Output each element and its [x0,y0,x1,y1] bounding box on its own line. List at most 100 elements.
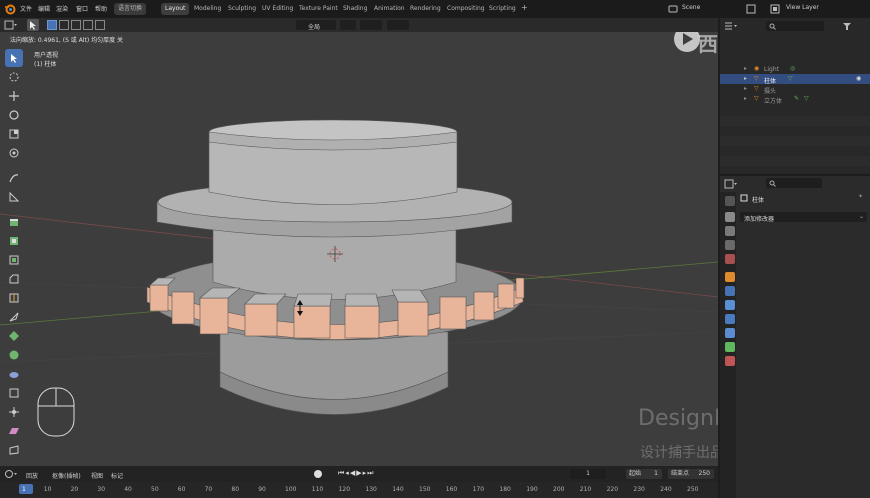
select-new-icon[interactable] [47,20,57,30]
outliner-row-cube[interactable]: ▸ ▽ 立方体 ✎ ▽ [720,94,870,105]
outliner-search-field[interactable] [766,21,824,31]
playback-controls[interactable]: ⏮◂◀▶▸⏭ [338,469,374,478]
shear-tool-icon[interactable] [5,422,23,440]
scale-tool-icon[interactable] [5,125,23,143]
tab-modeling[interactable]: Modeling [190,3,225,15]
tab-sculpting[interactable]: Sculpting [224,3,260,15]
timeline-ruler[interactable]: 1 10 20 30 40 50 60 70 80 90 100 110 120 130 140 150 160… [0,482,718,498]
tab-layout[interactable]: Layout [161,3,190,15]
view-layer-tab-icon[interactable] [725,240,735,250]
view-layer-icon[interactable] [770,4,780,14]
properties-search-field[interactable] [766,178,822,188]
tab-rendering[interactable]: Rendering [406,3,445,15]
menu-keying[interactable]: 抠像(插帧) [52,471,81,480]
expand-arrow-icon[interactable]: ▸ [744,65,747,72]
filter-icon[interactable] [842,21,852,31]
menu-help[interactable]: 帮助 [95,4,107,13]
properties-editor-type-icon[interactable] [724,179,738,189]
tab-scripting[interactable]: Scripting [485,3,520,15]
scene-name[interactable]: Scene [682,4,700,11]
menu-file[interactable]: 文件 [20,4,32,13]
menu-playback[interactable]: 回放 [26,471,38,480]
annotate-tool-icon[interactable] [5,169,23,187]
render-tab-icon[interactable] [725,212,735,222]
edge-slide-tool-icon[interactable] [5,384,23,402]
loop-cut-tool-icon[interactable] [5,289,23,307]
knife-tool-icon[interactable] [5,308,23,326]
language-switch-button[interactable]: 语言切换 [114,3,147,15]
pivot-point-dropdown[interactable] [340,20,356,30]
scene-tab-icon[interactable] [725,254,735,264]
menu-edit[interactable]: 编辑 [38,4,50,13]
tab-texture-paint[interactable]: Texture Paint [295,3,342,15]
move-tool-icon[interactable] [5,87,23,105]
add-modifier-dropdown[interactable]: 添加修改器 ⌄ [740,212,867,223]
outliner-editor-type-icon[interactable] [724,21,738,31]
measure-tool-icon[interactable] [5,188,23,206]
menu-view[interactable]: 视图 [91,471,103,480]
ruler-tick-label: 120 [338,486,351,493]
smooth-tool-icon[interactable] [5,365,23,383]
add-workspace-button[interactable]: + [517,2,532,14]
spin-tool-icon[interactable] [5,346,23,364]
ruler-tick-label: 40 [124,486,132,493]
select-subtract-icon[interactable] [71,20,81,30]
add-cube-tool-icon[interactable] [5,213,23,231]
select-intersect-icon[interactable] [95,20,105,30]
extrude-tool-icon[interactable] [5,232,23,250]
bevel-tool-icon[interactable] [5,270,23,288]
outliner-row-light[interactable]: ▸ ◉ Light ◎ [720,64,870,74]
end-frame-field[interactable]: 结束点 250 [668,469,714,479]
start-frame-field[interactable]: 起始 1 [626,469,662,479]
tool-tab-icon[interactable] [725,196,735,206]
scene-icon[interactable] [668,4,678,14]
rip-region-tool-icon[interactable] [5,441,23,459]
expand-arrow-icon[interactable]: ▸ [744,85,747,92]
editor-type-icon[interactable] [4,20,18,30]
constraints-tab-icon[interactable] [725,328,735,338]
expand-arrow-icon[interactable]: ▸ [744,95,747,102]
poly-build-tool-icon[interactable] [5,327,23,345]
cursor-tool-icon[interactable] [5,68,23,86]
blender-logo-icon[interactable] [4,3,16,15]
top-menubar: 文件 编辑 渲染 窗口 帮助 语言切换 Layout Modeling Scul… [0,0,870,18]
select-extend-icon[interactable] [59,20,69,30]
view-layer-name[interactable]: View Layer [786,4,819,11]
new-scene-icon[interactable] [746,4,756,14]
rotate-tool-icon[interactable] [5,106,23,124]
inset-tool-icon[interactable] [5,251,23,269]
output-tab-icon[interactable] [725,226,735,236]
outliner-row-cylinder[interactable]: ▸ ▽ 柱体 ▽ ◉ [720,74,870,85]
select-difference-icon[interactable] [83,20,93,30]
3d-viewport[interactable]: 法向缩放: 0.4961, (S 或 Alt) 均匀厚度 关 用户透视 (1) … [0,32,718,466]
menu-marker[interactable]: 标记 [111,471,123,480]
pin-icon[interactable]: ✦ [858,193,863,200]
transform-orientation-dropdown[interactable]: 全局 [296,20,336,31]
tab-uv-editing[interactable]: UV Editing [258,3,297,15]
menu-window[interactable]: 窗口 [76,4,88,13]
current-frame-field[interactable]: 1 [570,469,606,479]
snap-toggle[interactable] [360,20,382,30]
tab-compositing[interactable]: Compositing [443,3,489,15]
ruler-tick-label: 240 [660,486,672,493]
transform-tool-icon[interactable] [5,144,23,162]
menu-render[interactable]: 渲染 [56,4,68,13]
viewport-scene [0,119,718,437]
mesh-data-tab-icon[interactable] [725,342,735,352]
timeline-editor-type-icon[interactable] [4,469,18,479]
material-tab-icon[interactable] [725,356,735,366]
particles-tab-icon[interactable] [725,300,735,310]
tab-animation[interactable]: Animation [370,3,409,15]
tab-shading[interactable]: Shading [339,3,371,15]
proportional-edit-toggle[interactable] [387,20,409,30]
visibility-eye-icon[interactable]: ◉ [856,75,861,82]
shrink-fatten-tool-icon[interactable] [5,403,23,421]
record-icon[interactable] [314,470,322,478]
physics-tab-icon[interactable] [725,314,735,324]
outliner-row-camera[interactable]: ▸ ▽ 摄头 [720,84,870,95]
select-box-tool-icon[interactable] [5,49,23,67]
select-mode-icon[interactable] [27,19,39,31]
object-tab-icon[interactable] [725,272,735,282]
modifier-tab-icon[interactable] [725,286,735,296]
expand-arrow-icon[interactable]: ▸ [744,75,747,82]
